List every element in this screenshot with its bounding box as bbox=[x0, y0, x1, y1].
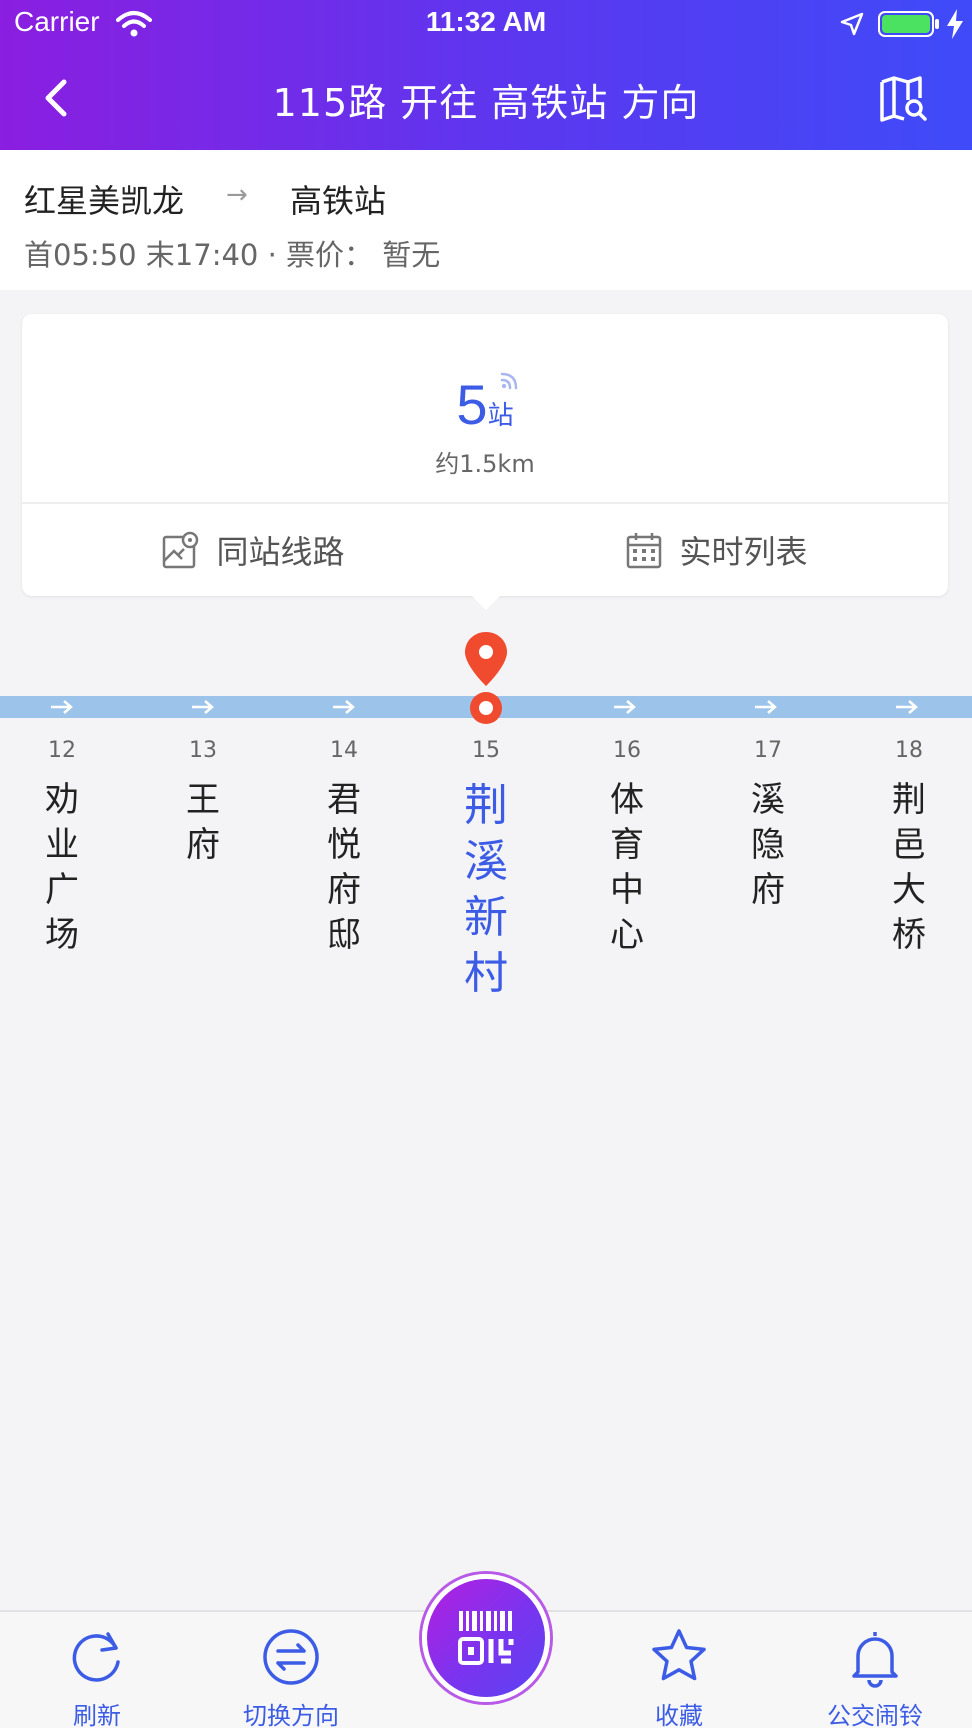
same-station-lines-button[interactable]: 同站线路 bbox=[22, 504, 485, 596]
swap-direction-icon bbox=[263, 1629, 319, 1685]
stop-item[interactable]: 16 体育中心 bbox=[577, 736, 677, 958]
page-title: 115路 开往 高铁站 方向 bbox=[272, 81, 700, 125]
direction-arrow-icon bbox=[192, 700, 214, 714]
stop-item[interactable]: 14 君悦府邸 bbox=[294, 736, 394, 958]
stop-name: 王府 bbox=[186, 780, 220, 865]
map-search-icon[interactable] bbox=[878, 74, 928, 124]
stop-number: 18 bbox=[895, 738, 923, 763]
switch-direction-label: 切换方向 bbox=[243, 1702, 339, 1728]
stop-item[interactable]: 17 溪隐府 bbox=[718, 736, 818, 913]
back-button[interactable] bbox=[36, 72, 80, 124]
bus-alarm-button[interactable]: 公交闹铃 bbox=[795, 1626, 955, 1728]
app-root: Carrier 11:32 AM 115路 开往 高铁站 方向 红星美凯龙 → … bbox=[0, 0, 972, 1728]
refresh-icon bbox=[72, 1632, 120, 1682]
realtime-list-label: 实时列表 bbox=[679, 533, 808, 571]
stop-name: 君悦府邸 bbox=[327, 780, 361, 955]
route-schedule-fare: 首05:50 末17:40 · 票价： 暂无 bbox=[24, 238, 441, 272]
header: Carrier 11:32 AM 115路 开往 高铁站 方向 bbox=[0, 0, 972, 150]
stop-number: 16 bbox=[613, 738, 641, 763]
route-arrow: → bbox=[226, 180, 248, 210]
direction-arrow-icon bbox=[333, 700, 355, 714]
stops-unit: 站 bbox=[487, 401, 514, 431]
bus-alarm-label: 公交闹铃 bbox=[827, 1702, 923, 1728]
status-time: 11:32 AM bbox=[425, 6, 547, 37]
stop-name: 劝业广场 bbox=[45, 780, 79, 955]
stops-remaining: 5站 bbox=[22, 372, 948, 437]
calendar-icon bbox=[627, 533, 662, 569]
direction-arrow-icon bbox=[614, 700, 636, 714]
stop-item-current[interactable]: 15 荆溪新村 bbox=[436, 736, 536, 1002]
location-arrow-icon bbox=[840, 12, 864, 36]
favorite-button[interactable]: 收藏 bbox=[599, 1626, 759, 1728]
stop-item[interactable]: 12 劝业广场 bbox=[12, 736, 112, 958]
route-start-station: 红星美凯龙 bbox=[24, 182, 185, 220]
map-pin-icon bbox=[163, 531, 199, 569]
stops-count: 5 bbox=[456, 373, 488, 436]
location-pin-icon bbox=[465, 632, 507, 686]
refresh-button[interactable]: 刷新 bbox=[17, 1626, 177, 1728]
stop-number: 17 bbox=[754, 738, 782, 763]
stop-number: 14 bbox=[330, 738, 358, 763]
stop-name: 溪隐府 bbox=[751, 780, 785, 910]
direction-arrow-icon bbox=[51, 700, 73, 714]
charging-bolt-icon bbox=[947, 9, 963, 39]
stop-name: 体育中心 bbox=[610, 780, 644, 955]
direction-arrow-icon bbox=[896, 700, 918, 714]
realtime-list-button[interactable]: 实时列表 bbox=[485, 504, 948, 596]
stop-number: 15 bbox=[472, 738, 500, 763]
stop-item[interactable]: 13 王府 bbox=[153, 736, 253, 868]
bell-icon bbox=[852, 1632, 898, 1688]
qr-code-icon bbox=[458, 1611, 514, 1665]
battery-icon bbox=[878, 11, 939, 37]
arrival-distance: 约1.5km bbox=[435, 450, 535, 478]
realtime-signal-icon bbox=[500, 372, 518, 390]
stop-item[interactable]: 18 荆邑大桥 bbox=[859, 736, 959, 958]
favorite-label: 收藏 bbox=[655, 1702, 703, 1728]
arrival-card: 5站 约1.5km 同站线路 实时列表 bbox=[22, 314, 948, 596]
star-icon bbox=[652, 1629, 706, 1681]
card-pointer bbox=[472, 596, 500, 610]
route-info: 红星美凯龙 → 高铁站 首05:50 末17:40 · 票价： 暂无 bbox=[0, 150, 972, 290]
switch-direction-button[interactable]: 切换方向 bbox=[211, 1626, 371, 1728]
stop-name: 荆邑大桥 bbox=[892, 780, 926, 955]
direction-arrow-icon bbox=[755, 700, 777, 714]
stop-number: 12 bbox=[48, 738, 76, 763]
scan-qr-button[interactable] bbox=[422, 1574, 550, 1702]
stop-number: 13 bbox=[189, 738, 217, 763]
stop-name: 荆溪新村 bbox=[464, 780, 508, 999]
route-end-station: 高铁站 bbox=[290, 182, 387, 220]
same-station-lines-label: 同站线路 bbox=[216, 533, 345, 571]
refresh-label: 刷新 bbox=[73, 1702, 121, 1728]
current-stop-marker bbox=[470, 692, 502, 724]
